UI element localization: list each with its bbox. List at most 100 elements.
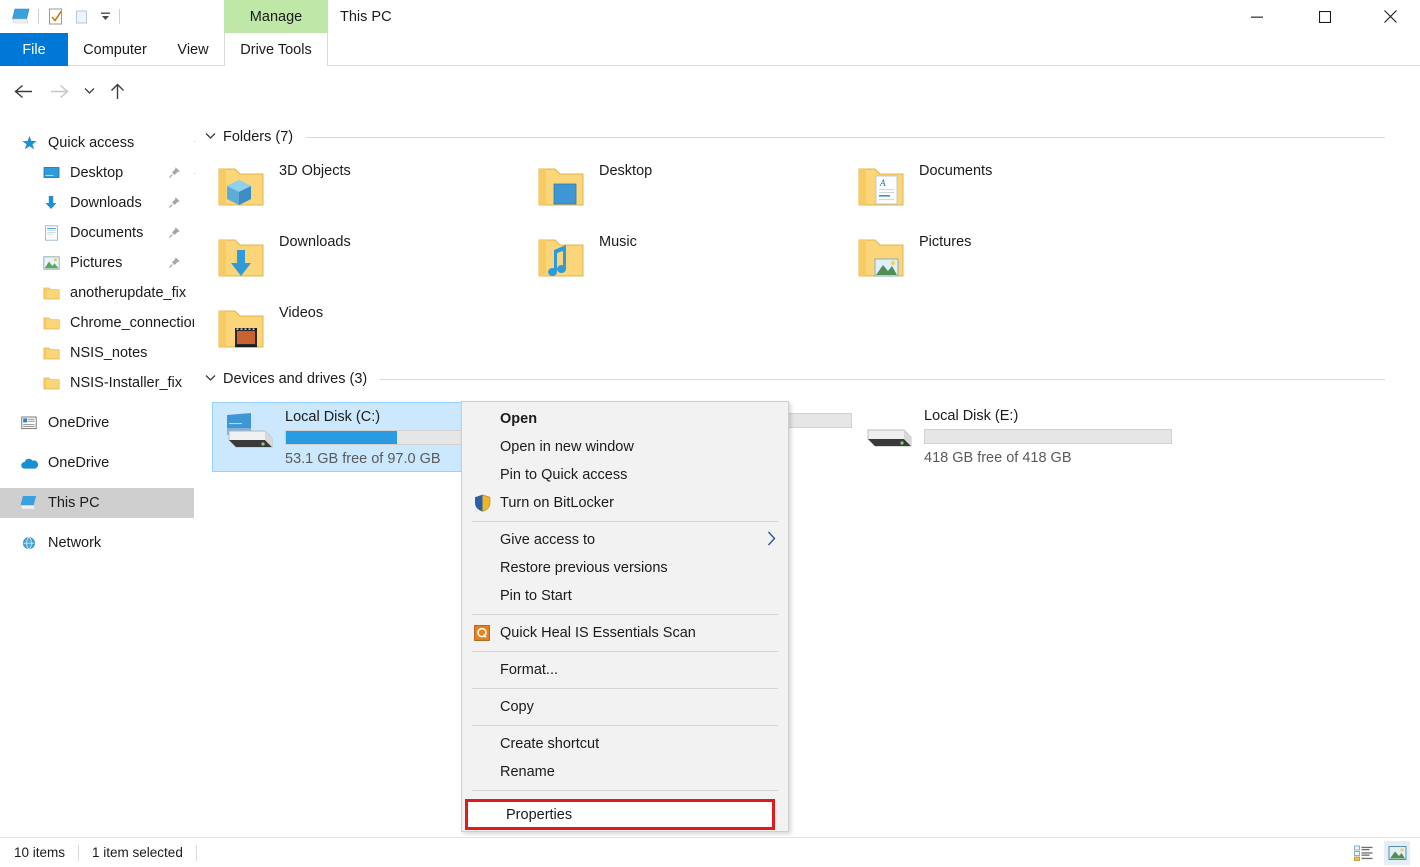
- context-menu-item-open[interactable]: Open: [462, 405, 788, 433]
- context-menu-separator: [472, 521, 778, 522]
- close-button[interactable]: [1366, 0, 1414, 33]
- context-menu-item-format[interactable]: Format...: [462, 656, 788, 684]
- customize-chevron-icon[interactable]: [95, 4, 115, 29]
- drive-item-local-disk-e[interactable]: Local Disk (E:) 418 GB free of 418 GB: [852, 402, 1182, 472]
- context-menu-item-label: Create shortcut: [500, 736, 600, 752]
- sidebar-item-downloads[interactable]: Downloads: [0, 188, 194, 218]
- list-item[interactable]: Pictures: [855, 233, 971, 285]
- folder-downloads-icon: [215, 233, 271, 285]
- quick-access-toolbar: [8, 4, 124, 29]
- list-item[interactable]: Videos: [215, 304, 323, 356]
- documents-icon: [40, 223, 62, 243]
- tab-view[interactable]: View: [162, 33, 224, 66]
- sidebar-item-network[interactable]: Network: [0, 528, 194, 558]
- context-menu-separator: [472, 790, 778, 791]
- sidebar-item-quick-access[interactable]: Quick access: [0, 128, 194, 158]
- folder-pictures-icon: [855, 233, 911, 285]
- sidebar-item-onedrive-business[interactable]: OneDrive: [0, 408, 194, 438]
- context-menu-item-open-in-new-window[interactable]: Open in new window: [462, 433, 788, 461]
- sidebar-item-pictures[interactable]: Pictures: [0, 248, 194, 278]
- folder-icon: [40, 283, 62, 303]
- sidebar-item-label: anotherupdate_fix: [70, 285, 187, 301]
- star-pin-icon: [18, 133, 40, 153]
- context-menu-item-pin-to-start[interactable]: Pin to Start: [462, 582, 788, 610]
- list-item[interactable]: A Documents: [855, 162, 992, 214]
- context-menu-item-pin-to-quick-access[interactable]: Pin to Quick access: [462, 461, 788, 489]
- up-button[interactable]: [102, 75, 132, 107]
- tab-drive-tools-label: Drive Tools: [240, 41, 312, 58]
- sidebar-item-label: Quick access: [48, 135, 135, 151]
- sidebar-item-this-pc[interactable]: This PC: [0, 488, 194, 518]
- tab-computer-label: Computer: [83, 41, 147, 58]
- file-list-pane[interactable]: Folders (7) 3D Objects Desktop A Documen…: [195, 118, 1420, 837]
- quickheal-icon: [470, 625, 494, 641]
- chevron-down-icon[interactable]: [205, 373, 216, 385]
- shield-icon: [470, 494, 494, 512]
- sidebar-item-label: OneDrive: [48, 415, 110, 431]
- windows-drive-icon: [219, 409, 279, 463]
- onedrive-cloud-icon: [18, 453, 40, 473]
- sidebar-item-nsis-installer-fix[interactable]: NSIS-Installer_fix: [0, 368, 194, 398]
- list-item[interactable]: Downloads: [215, 233, 351, 285]
- maximize-button[interactable]: [1301, 0, 1349, 33]
- group-header-folders[interactable]: Folders (7): [205, 129, 1385, 145]
- tab-file[interactable]: File: [0, 33, 68, 66]
- status-bar: 10 items 1 item selected: [0, 837, 1420, 867]
- context-menu[interactable]: Open Open in new window Pin to Quick acc…: [461, 401, 789, 832]
- group-header-devices[interactable]: Devices and drives (3): [205, 371, 1385, 387]
- properties-icon[interactable]: [43, 4, 69, 29]
- list-item-label: Pictures: [919, 234, 972, 250]
- sidebar-item-label: Desktop: [70, 165, 124, 181]
- context-menu-item-quick-heal-scan[interactable]: Quick Heal IS Essentials Scan: [462, 619, 788, 647]
- pin-icon[interactable]: [168, 256, 181, 273]
- context-menu-item-turn-on-bitlocker[interactable]: Turn on BitLocker: [462, 489, 788, 517]
- list-item-label: Videos: [279, 305, 324, 321]
- tab-computer[interactable]: Computer: [68, 33, 162, 66]
- sidebar-item-documents[interactable]: Documents: [0, 218, 194, 248]
- sidebar-item-label: Documents: [70, 225, 144, 241]
- sidebar-item-nsis-notes[interactable]: NSIS_notes: [0, 338, 194, 368]
- list-item[interactable]: Desktop: [535, 162, 652, 214]
- pin-icon[interactable]: [168, 166, 181, 183]
- context-menu-item-label: Turn on BitLocker: [500, 495, 614, 511]
- context-menu-item-give-access-to[interactable]: Give access to: [462, 526, 788, 554]
- forward-button[interactable]: [44, 75, 74, 107]
- this-pc-icon: [18, 493, 40, 513]
- context-menu-separator: [472, 725, 778, 726]
- properties-highlight-box[interactable]: Properties: [465, 799, 775, 830]
- context-menu-item-rename[interactable]: Rename: [462, 758, 788, 786]
- large-icons-view-button[interactable]: [1384, 841, 1410, 865]
- sidebar-item-label: Pictures: [70, 255, 123, 271]
- svg-text:A: A: [879, 178, 886, 188]
- folder-videos-icon: [215, 304, 271, 356]
- sidebar-item-chrome-connection[interactable]: Chrome_connection: [0, 308, 194, 338]
- minimize-button[interactable]: [1233, 0, 1281, 33]
- this-pc-icon[interactable]: [8, 4, 34, 29]
- sidebar-item-onedrive-personal[interactable]: OneDrive: [0, 448, 194, 478]
- list-item-label: 3D Objects: [279, 163, 351, 179]
- ribbon-tab-strip: File Computer View Drive Tools ?: [0, 33, 1420, 92]
- navigation-pane[interactable]: Quick access Desktop Downloads Documents…: [0, 118, 194, 837]
- chevron-down-icon[interactable]: [205, 131, 216, 143]
- list-item[interactable]: Music: [535, 233, 637, 285]
- sidebar-item-desktop[interactable]: Desktop: [0, 158, 194, 188]
- pin-icon[interactable]: [168, 196, 181, 213]
- context-menu-item-restore-previous-versions[interactable]: Restore previous versions: [462, 554, 788, 582]
- new-folder-icon[interactable]: [69, 4, 95, 29]
- sidebar-item-label: Chrome_connection: [70, 315, 194, 331]
- pin-icon[interactable]: [168, 226, 181, 243]
- downloads-icon: [40, 193, 62, 213]
- details-view-button[interactable]: [1350, 841, 1376, 865]
- list-item[interactable]: 3D Objects: [215, 162, 351, 214]
- title-bar: Manage This PC: [0, 0, 1420, 33]
- back-button[interactable]: [8, 75, 38, 107]
- context-menu-item-create-shortcut[interactable]: Create shortcut: [462, 730, 788, 758]
- sidebar-item-anotherupdate-fix[interactable]: anotherupdate_fix: [0, 278, 194, 308]
- tab-drive-tools[interactable]: Drive Tools: [224, 33, 328, 66]
- recent-locations-chevron-down-icon[interactable]: [78, 75, 100, 107]
- context-menu-item-copy[interactable]: Copy: [462, 693, 788, 721]
- window-title: This PC: [340, 8, 392, 25]
- folder-documents-icon: A: [855, 162, 911, 214]
- folder-3dobjects-icon: [215, 162, 271, 214]
- context-menu-separator: [472, 651, 778, 652]
